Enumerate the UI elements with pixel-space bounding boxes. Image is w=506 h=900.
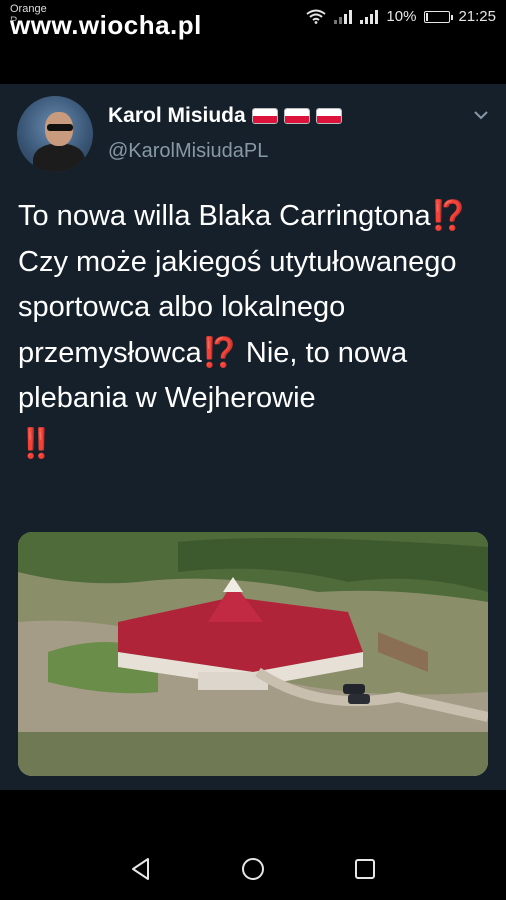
poland-flag-icon bbox=[283, 108, 310, 124]
tweet-card[interactable]: Karol Misiuda @KarolMisiudaPL To nowa wi… bbox=[0, 84, 506, 790]
site-watermark: www.wiocha.pl bbox=[10, 10, 202, 40]
author-name[interactable]: Karol Misiuda bbox=[108, 104, 246, 128]
poland-flag-icon bbox=[251, 108, 278, 124]
author-name-row[interactable]: Karol Misiuda bbox=[108, 104, 342, 128]
wifi-icon bbox=[306, 9, 327, 24]
tweet-text: To nowa willa Blaka Carringtona⁉️ Czy mo… bbox=[18, 194, 493, 467]
battery-percent: 10% bbox=[386, 8, 417, 25]
status-bar: Orange P www.wiocha.pl 10% 21:25 bbox=[0, 0, 506, 40]
phone-screen: Orange P www.wiocha.pl 10% 21:25 Karol M… bbox=[0, 0, 506, 900]
poland-flag-icon bbox=[315, 108, 342, 124]
chevron-down-icon[interactable] bbox=[472, 106, 490, 124]
recents-square-icon[interactable] bbox=[352, 856, 378, 882]
tweet-text-part: To nowa willa Blaka Carringtona bbox=[18, 200, 431, 232]
double-exclamation-emoji: ‼️ bbox=[18, 427, 55, 460]
interrobang-emoji: ⁉️ bbox=[430, 200, 467, 232]
android-nav-bar bbox=[0, 832, 506, 900]
aerial-villa-photo[interactable] bbox=[18, 532, 488, 776]
status-indicators: 10% 21:25 bbox=[306, 8, 496, 25]
signal-icon bbox=[334, 9, 353, 24]
home-circle-icon[interactable] bbox=[240, 856, 266, 882]
interrobang-emoji: ⁉️ bbox=[201, 336, 238, 369]
battery-icon bbox=[424, 10, 454, 23]
clock: 21:25 bbox=[458, 8, 496, 25]
author-handle[interactable]: @KarolMisiudaPL bbox=[108, 140, 268, 163]
signal-icon-secondary bbox=[360, 9, 379, 24]
back-triangle-icon[interactable] bbox=[128, 856, 154, 882]
avatar[interactable] bbox=[17, 96, 93, 172]
